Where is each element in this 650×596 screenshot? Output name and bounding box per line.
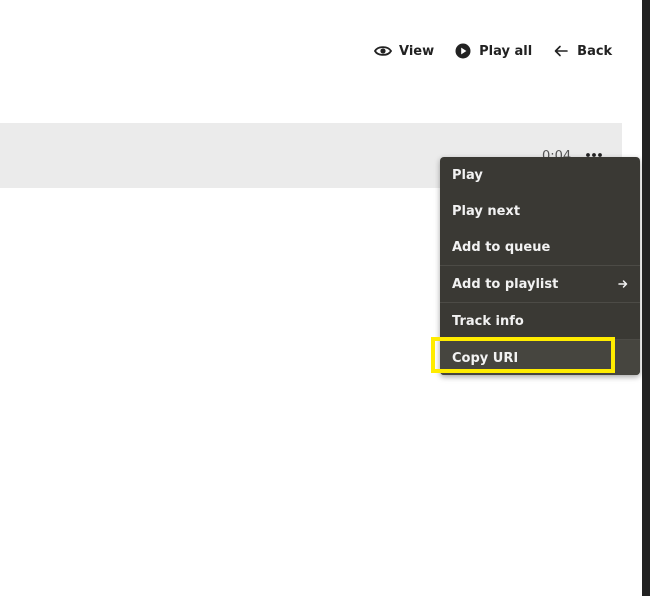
menu-item-label: Add to playlist bbox=[452, 276, 559, 292]
context-menu: Play Play next Add to queue Add to playl… bbox=[440, 157, 640, 375]
window-edge bbox=[642, 0, 650, 596]
menu-item-label: Add to queue bbox=[452, 239, 551, 255]
arrow-left-icon bbox=[552, 42, 570, 60]
menu-item-play-next[interactable]: Play next bbox=[440, 193, 640, 229]
menu-item-label: Copy URI bbox=[452, 350, 519, 366]
arrow-right-icon bbox=[618, 279, 628, 289]
menu-item-copy-uri[interactable]: Copy URI bbox=[440, 339, 640, 375]
play-circle-icon bbox=[454, 42, 472, 60]
menu-item-track-info[interactable]: Track info bbox=[440, 302, 640, 339]
play-all-label: Play all bbox=[479, 43, 533, 59]
menu-item-add-to-queue[interactable]: Add to queue bbox=[440, 229, 640, 265]
menu-item-add-to-playlist[interactable]: Add to playlist bbox=[440, 265, 640, 302]
view-button[interactable]: View bbox=[374, 42, 434, 60]
toolbar: View Play all Back bbox=[374, 40, 612, 62]
back-label: Back bbox=[577, 43, 613, 59]
page: View Play all Back 0:04 bbox=[0, 0, 650, 596]
view-label: View bbox=[399, 43, 435, 59]
eye-icon bbox=[374, 42, 392, 60]
play-all-button[interactable]: Play all bbox=[454, 42, 532, 60]
menu-item-label: Play bbox=[452, 167, 483, 183]
back-button[interactable]: Back bbox=[552, 42, 612, 60]
menu-item-label: Play next bbox=[452, 203, 521, 219]
menu-item-label: Track info bbox=[452, 313, 524, 329]
menu-item-play[interactable]: Play bbox=[440, 157, 640, 193]
